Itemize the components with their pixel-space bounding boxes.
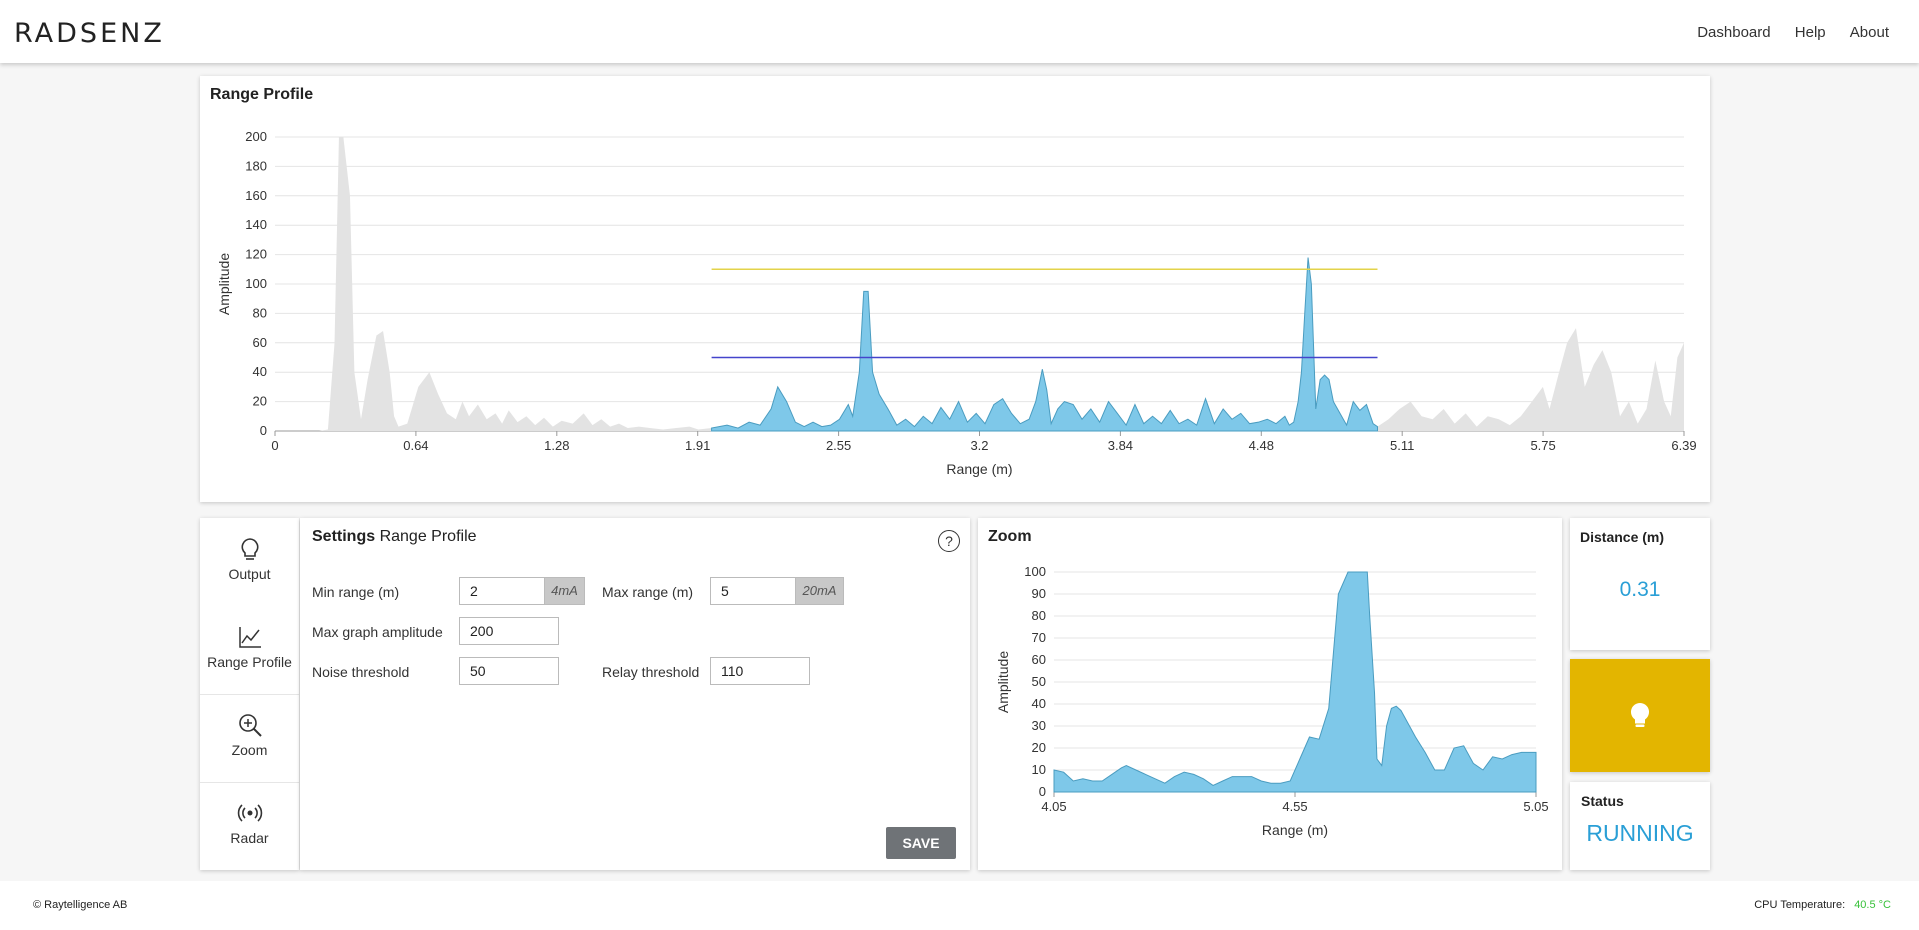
footer: © Raytelligence AB CPU Temperature: 40.5… — [0, 881, 1919, 930]
max-graph-amplitude-input[interactable] — [459, 617, 559, 645]
x-tick-label: 5.11 — [1390, 438, 1414, 453]
x-axis-label: Range (m) — [946, 461, 1012, 477]
y-tick-label: 90 — [1032, 586, 1046, 601]
y-tick-label: 100 — [245, 276, 267, 291]
x-tick-label: 1.28 — [544, 438, 569, 453]
x-tick-label: 4.05 — [1041, 799, 1066, 814]
y-tick-label: 160 — [245, 188, 267, 203]
y-tick-label: 60 — [1032, 652, 1046, 667]
radar-icon — [237, 804, 262, 822]
settings-title-bold: Settings — [312, 528, 376, 545]
nav-about-link[interactable]: About — [1850, 24, 1889, 41]
x-tick-label: 2.55 — [826, 438, 851, 453]
x-tick-label: 3.2 — [970, 438, 988, 453]
sidebar-item-output[interactable]: Output — [200, 518, 299, 607]
settings-title: Settings Range Profile — [312, 528, 477, 546]
y-tick-label: 0 — [260, 423, 267, 438]
y-tick-label: 30 — [1032, 718, 1046, 733]
y-tick-label: 10 — [1032, 762, 1046, 777]
zoom-card: Zoom 0 10 20 30 40 50 60 70 80 90 100 4.05 4.55 5.05 R… — [978, 518, 1562, 870]
cpu-temperature: CPU Temperature: 40.5 °C — [1754, 899, 1891, 911]
y-axis-label: Amplitude — [216, 253, 232, 315]
distance-card: Distance (m) 0.31 — [1570, 518, 1710, 650]
y-tick-label: 180 — [245, 158, 267, 173]
x-tick-label: 6.39 — [1671, 438, 1696, 453]
nav-dashboard-link[interactable]: Dashboard — [1697, 24, 1770, 41]
help-icon[interactable]: ? — [938, 530, 960, 552]
distance-title: Distance (m) — [1580, 529, 1665, 545]
min-range-label: Min range (m) — [312, 584, 400, 600]
status-title: Status — [1581, 793, 1624, 809]
zoom-in-icon — [238, 714, 262, 737]
x-tick-label: 3.84 — [1108, 438, 1133, 453]
settings-title-rest: Range Profile — [379, 528, 477, 545]
y-tick-label: 80 — [1032, 608, 1046, 623]
copyright-text: © Raytelligence AB — [33, 899, 128, 911]
noise-threshold-label: Noise threshold — [312, 664, 410, 680]
status-value: RUNNING — [1586, 820, 1694, 846]
nav-menu: Dashboard Help About — [1677, 24, 1889, 41]
x-tick-label: 0.64 — [403, 438, 428, 453]
range-profile-chart: 0 20 40 60 80 100 120 140 160 180 200 0 0.64 1.28 1.91… — [216, 129, 1697, 477]
y-tick-label: 50 — [1032, 674, 1046, 689]
min-range-unit: 4mA — [545, 577, 585, 605]
max-range-unit: 20mA — [796, 577, 844, 605]
sidebar-item-label: Output — [228, 566, 271, 582]
distance-value: 0.31 — [1619, 578, 1661, 601]
max-range-label: Max range (m) — [602, 584, 694, 600]
y-tick-label: 0 — [1039, 784, 1046, 799]
max-graph-amplitude-label: Max graph amplitude — [312, 624, 443, 640]
x-axis-label: Range (m) — [1262, 822, 1328, 838]
y-tick-label: 20 — [253, 394, 267, 409]
x-tick-label: 5.05 — [1523, 799, 1548, 814]
y-tick-label: 60 — [253, 335, 267, 350]
lightbulb-icon — [240, 538, 259, 560]
range-profile-card: Range Profile 0 20 40 60 80 100 120 140 160 180 20… — [200, 76, 1710, 502]
y-tick-label: 20 — [1032, 740, 1046, 755]
noise-threshold-input[interactable] — [459, 657, 559, 685]
cpu-temperature-value: 40.5 °C — [1854, 899, 1891, 911]
x-tick-label: 4.55 — [1282, 799, 1307, 814]
x-tick-label: 1.91 — [685, 438, 710, 453]
relay-indicator — [1570, 659, 1710, 772]
cpu-temperature-label: CPU Temperature: — [1754, 899, 1846, 911]
max-range-input[interactable] — [710, 577, 796, 605]
relay-threshold-input[interactable] — [710, 657, 810, 685]
y-tick-label: 140 — [245, 217, 267, 232]
y-axis-label: Amplitude — [995, 651, 1011, 713]
sidebar: Output Range Profile Zoom Radar — [200, 518, 299, 870]
logo[interactable]: RADSENZ — [14, 18, 165, 49]
y-tick-label: 100 — [1024, 564, 1046, 579]
sidebar-item-range-profile[interactable]: Range Profile — [200, 606, 299, 695]
nav-help-link[interactable]: Help — [1795, 24, 1826, 41]
zoom-chart: 0 10 20 30 40 50 60 70 80 90 100 4.05 4.55 5.05 Range … — [995, 564, 1549, 838]
x-tick-label: 4.48 — [1249, 438, 1274, 453]
sidebar-item-label: Radar — [230, 830, 269, 846]
x-tick-label: 0 — [271, 438, 278, 453]
y-tick-label: 120 — [245, 247, 267, 262]
y-tick-label: 40 — [253, 364, 267, 379]
min-range-input[interactable] — [459, 577, 545, 605]
x-tick-label: 5.75 — [1530, 438, 1555, 453]
sidebar-item-label: Zoom — [231, 742, 268, 758]
y-tick-label: 80 — [253, 305, 267, 320]
save-button[interactable]: SAVE — [886, 827, 956, 859]
y-tick-label: 70 — [1032, 630, 1046, 645]
y-tick-label: 40 — [1032, 696, 1046, 711]
status-card: Status RUNNING — [1570, 782, 1710, 870]
top-navbar: RADSENZ Dashboard Help About — [0, 0, 1919, 63]
settings-panel: Settings Range Profile ? Min range (m) 4… — [300, 518, 970, 870]
sidebar-item-zoom[interactable]: Zoom — [200, 694, 299, 783]
relay-threshold-label: Relay threshold — [602, 664, 700, 680]
lightbulb-icon — [1630, 702, 1650, 727]
line-chart-icon — [238, 627, 261, 648]
sidebar-item-radar[interactable]: Radar — [200, 782, 299, 870]
sidebar-item-label: Range Profile — [207, 654, 292, 670]
y-tick-label: 200 — [245, 129, 267, 144]
